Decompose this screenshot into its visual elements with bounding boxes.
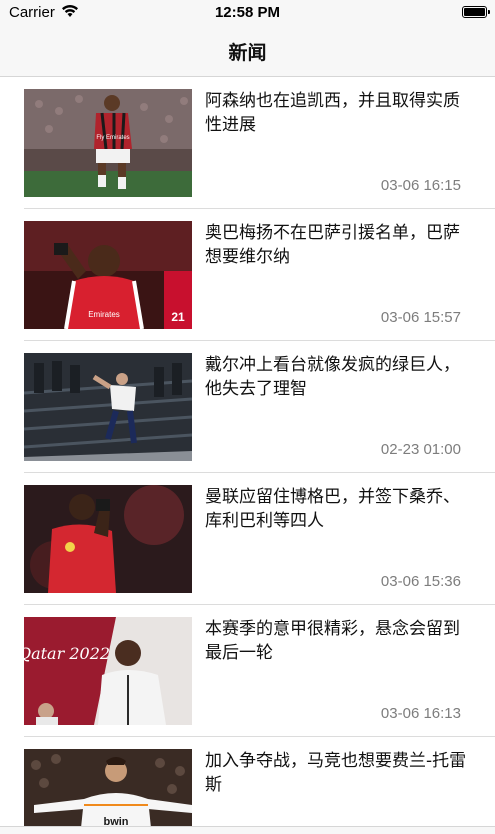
player-photo: Fly Emirates — [24, 89, 192, 197]
news-headline: 戴尔冲上看台就像发疯的绿巨人，他失去了理智 — [205, 355, 460, 399]
list-item[interactable]: 21 Emirates 奥巴梅扬不在巴萨引援名单，巴萨想要维尔纳 03-06 1… — [0, 209, 495, 341]
shirt-sponsor: Fly Emirates — [96, 135, 129, 141]
page-title: 新闻 — [228, 42, 267, 64]
news-thumbnail[interactable] — [24, 353, 192, 461]
news-date: 03-06 15:36 — [380, 573, 461, 590]
news-date: 03-06 16:13 — [380, 705, 461, 722]
news-headline: 本赛季的意甲很精彩，悬念会留到最后一轮 — [205, 619, 460, 663]
clock: 12:58 PM — [214, 4, 281, 21]
navigation-bar: 新闻 — [0, 26, 495, 77]
news-thumbnail[interactable]: Qatar 2022 — [24, 617, 192, 725]
pundit-photo: Qatar 2022 — [24, 617, 192, 725]
news-headline: 曼联应留住博格巴，并签下桑乔、库利巴利等四人 — [205, 487, 460, 531]
list-item[interactable]: 曼联应留住博格巴，并签下桑乔、库利巴利等四人 03-06 15:36 — [0, 473, 495, 605]
list-item[interactable]: 戴尔冲上看台就像发疯的绿巨人，他失去了理智 02-23 01:00 — [0, 341, 495, 473]
svg-text:21: 21 — [171, 310, 185, 324]
news-thumbnail[interactable]: Fly Emirates — [24, 89, 192, 197]
list-item[interactable]: Fly Emirates 阿森纳也在追凯西，并且取得实质性进展 03-06 16… — [0, 77, 495, 209]
player-photo — [24, 485, 192, 593]
news-headline: 加入争夺战，马竞也想要费兰-托雷斯 — [205, 751, 467, 795]
stadium-photo — [24, 353, 192, 461]
news-date: 03-06 16:15 — [380, 177, 461, 194]
player-photo: bwin — [24, 749, 192, 834]
list-item[interactable]: bwin 加入争夺战，马竞也想要费兰-托雷斯 — [0, 737, 495, 834]
tab-bar[interactable] — [0, 826, 495, 834]
news-thumbnail[interactable]: bwin — [24, 749, 192, 834]
news-thumbnail[interactable] — [24, 485, 192, 593]
banner-text: Qatar 2022 — [24, 644, 110, 663]
battery-icon — [462, 6, 490, 18]
shirt-sponsor: Emirates — [88, 310, 120, 319]
news-date: 03-06 15:57 — [380, 309, 461, 326]
news-date: 02-23 01:00 — [380, 441, 461, 458]
list-item[interactable]: Qatar 2022 本赛季的意甲很精彩，悬念会留到最后一轮 03-06 16:… — [0, 605, 495, 737]
player-photo: 21 Emirates — [24, 221, 192, 329]
status-bar: Carrier 12:58 PM — [0, 0, 495, 26]
news-headline: 阿森纳也在追凯西，并且取得实质性进展 — [205, 91, 460, 135]
news-headline: 奥巴梅扬不在巴萨引援名单，巴萨想要维尔纳 — [205, 223, 460, 267]
news-list[interactable]: Fly Emirates 阿森纳也在追凯西，并且取得实质性进展 03-06 16… — [0, 77, 495, 834]
news-thumbnail[interactable]: 21 Emirates — [24, 221, 192, 329]
